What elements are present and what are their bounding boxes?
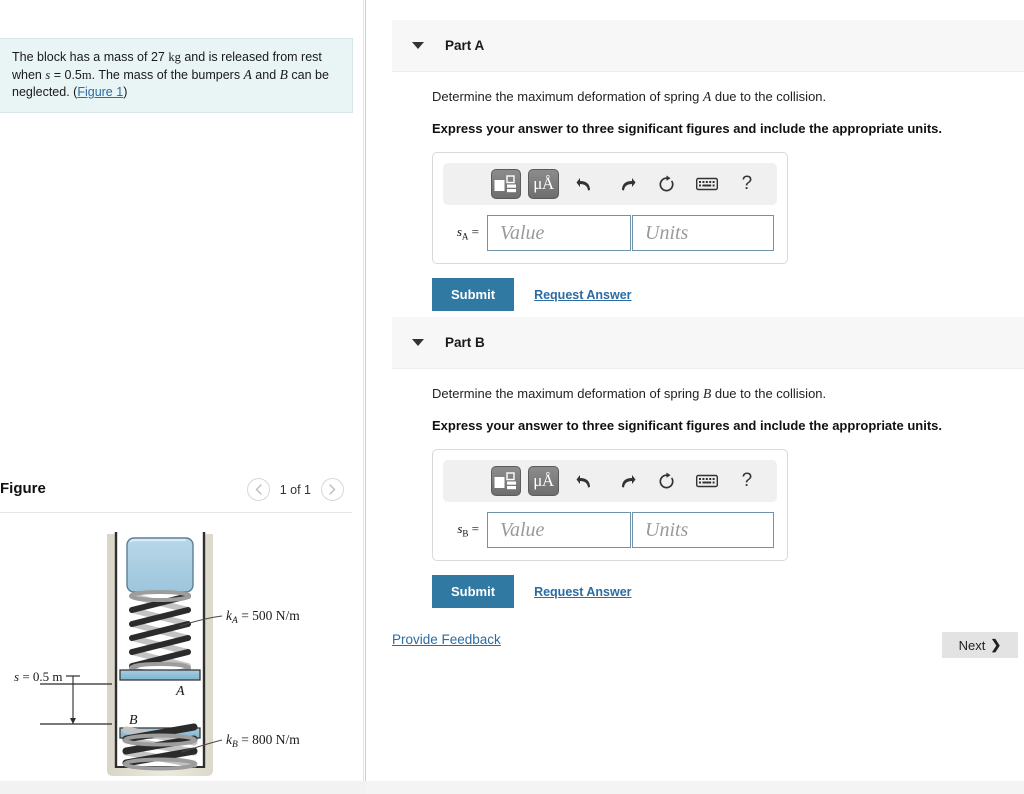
figure-title: Figure [0, 480, 46, 497]
part-a-label-sub: A [461, 231, 469, 242]
figure-1-link[interactable]: Figure 1 [77, 85, 123, 99]
keyboard-icon[interactable] [686, 177, 726, 191]
part-a-instruction: Express your answer to three significant… [432, 121, 942, 136]
part-a-question-var: A [702, 89, 712, 104]
spring-block-diagram: A B s = 0.5 m kA = 500 N/m kB = 800 N/m [14, 532, 300, 776]
problem-mass-unit: kg [168, 50, 181, 64]
part-b-header[interactable]: Part B [392, 317, 1024, 369]
part-b-answer-label: sB = [443, 521, 487, 539]
part-a-answer-box: μÅ ? sA = Value Units [432, 152, 788, 264]
chevron-right-icon: ❯ [990, 637, 1002, 652]
figure-divider [0, 512, 352, 513]
part-a-answer-label: sA = [443, 224, 487, 242]
part-a-body: Determine the maximum deformation of spr… [432, 88, 1024, 311]
part-b-instruction: Express your answer to three significant… [432, 418, 942, 433]
chevron-right-icon [329, 484, 336, 495]
problem-statement-text: The block has a mass of 27 kg and is rel… [12, 49, 340, 101]
bumper-b-label: B [129, 713, 138, 728]
block-mass [126, 537, 194, 593]
part-b-body: Determine the maximum deformation of spr… [432, 385, 1024, 608]
part-b-answer-row: sB = [443, 512, 777, 548]
part-a-actions: Submit Request Answer [432, 278, 1024, 311]
dim-arrowhead [70, 718, 76, 724]
bumper-a-label: A [175, 684, 185, 699]
undo-icon[interactable] [566, 176, 606, 193]
redo-icon[interactable] [606, 473, 646, 490]
undo-icon[interactable] [566, 473, 606, 490]
caret-down-icon[interactable] [412, 42, 424, 49]
bumper-a-plate [119, 669, 201, 681]
part-a-question-post: due to the collision. [714, 89, 827, 104]
problem-text-p5: and [255, 68, 277, 82]
part-b-question-var: B [702, 386, 712, 401]
problem-var-a: A [243, 67, 252, 82]
part-b-title: Part B [445, 335, 485, 350]
left-panel: The block has a mass of 27 kg and is rel… [0, 0, 364, 794]
part-b-question: Determine the maximum deformation of spr… [432, 385, 1024, 403]
part-b-toolbar: μÅ ? [443, 460, 777, 502]
figure-header: Figure 1 of 1 [0, 478, 352, 512]
help-icon[interactable]: ? [727, 173, 767, 195]
part-a-question: Determine the maximum deformation of spr… [432, 88, 1024, 106]
figure-diagram[interactable]: A B s = 0.5 m kA = 500 N/m kB = 800 N/m [0, 518, 364, 788]
figure-page-label: 1 of 1 [279, 482, 311, 497]
reset-icon[interactable] [646, 472, 686, 491]
part-a-submit-button[interactable]: Submit [432, 278, 515, 311]
part-a-value-input[interactable] [487, 215, 631, 251]
part-a-label-eq: = [471, 224, 479, 240]
problem-text-p1: The block has a mass of 27 [12, 50, 165, 64]
figure-prev-button[interactable] [246, 478, 270, 501]
part-b-answer-box: μÅ ? sB = Value Units [432, 449, 788, 561]
part-a-question-pre: Determine the maximum deformation of spr… [432, 89, 700, 104]
part-b-question-post: due to the collision. [714, 386, 827, 401]
part-a-title: Part A [445, 38, 485, 53]
part-a-header[interactable]: Part A [392, 20, 1024, 72]
next-button-label: Next [958, 637, 986, 653]
part-a-request-answer-link[interactable]: Request Answer [534, 288, 631, 302]
problem-length-unit: m [81, 68, 92, 82]
mastering-physics-page: The block has a mass of 27 kg and is rel… [0, 0, 1024, 794]
part-a-units-button-label: μÅ [533, 174, 554, 193]
part-b-question-pre: Determine the maximum deformation of spr… [432, 386, 700, 401]
part-b-units-input[interactable] [632, 512, 774, 548]
units-micro-angstrom-icon[interactable]: μÅ [528, 169, 559, 199]
caret-down-icon[interactable] [412, 339, 424, 346]
provide-feedback-link[interactable]: Provide Feedback [392, 632, 501, 647]
part-b-label-sub: B [462, 528, 469, 539]
spring-constant-b-label: kB = 800 N/m [226, 732, 300, 750]
part-a-toolbar: μÅ ? [443, 163, 777, 205]
problem-text-p7: ) [123, 85, 128, 99]
part-b-actions: Submit Request Answer [432, 575, 1024, 608]
part-b-value-input[interactable] [487, 512, 631, 548]
part-b-submit-button[interactable]: Submit [432, 575, 515, 608]
part-b-units-button-label: μÅ [533, 471, 554, 490]
part-b-request-answer-link[interactable]: Request Answer [534, 585, 631, 599]
keyboard-icon[interactable] [686, 474, 726, 488]
right-panel: Part A Determine the maximum deformation… [366, 0, 1024, 794]
spring-constant-a-label: kA = 500 N/m [226, 608, 300, 626]
part-b-label-eq: = [471, 521, 479, 537]
dimension-s-label: s = 0.5 m [14, 669, 63, 684]
figure-pager: 1 of 1 [246, 478, 344, 501]
part-a-answer-row: sA = [443, 215, 777, 251]
help-icon[interactable]: ? [727, 470, 767, 492]
problem-var-s: s [45, 68, 51, 82]
reset-icon[interactable] [646, 175, 686, 194]
figure-next-button[interactable] [321, 478, 344, 501]
template-math-icon[interactable] [491, 169, 522, 199]
problem-text-p4: . The mass of the bumpers [91, 68, 241, 82]
chevron-left-icon [255, 484, 262, 495]
next-button[interactable]: Next ❯ [942, 632, 1018, 658]
units-micro-angstrom-icon[interactable]: μÅ [528, 466, 559, 496]
template-math-icon[interactable] [491, 466, 522, 496]
bottom-strip-right [366, 781, 1024, 794]
problem-var-b: B [279, 67, 288, 82]
problem-statement-box: The block has a mass of 27 kg and is rel… [0, 38, 353, 113]
part-a-units-input[interactable] [632, 215, 774, 251]
redo-icon[interactable] [606, 176, 646, 193]
problem-text-p3: = 0.5 [53, 68, 82, 82]
